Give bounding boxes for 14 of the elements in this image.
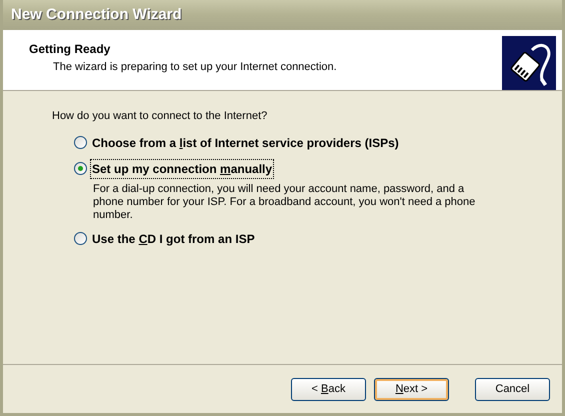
option-description: For a dial-up connection, you will need your account name, password, and a phone number for your ISP. For a broadband account, you won't need a phone number. (92, 182, 476, 222)
option-label[interactable]: Choose from a list of Internet service providers (ISPs) (91, 134, 400, 152)
option-label[interactable]: Set up my connection manually (91, 160, 274, 178)
page-subtitle: The wizard is preparing to set up your Internet connection. (52, 60, 337, 75)
dialog-button[interactable]: Cancel (475, 378, 550, 400)
option-label[interactable]: Use the CD I got from an ISP (91, 230, 256, 248)
radio-button[interactable] (74, 162, 87, 175)
radio-button[interactable] (74, 136, 87, 149)
dialog-button[interactable]: < Back (291, 378, 366, 400)
window-title: New Connection Wizard (11, 4, 182, 25)
dialog-button[interactable]: Next > (374, 378, 449, 400)
page-title: Getting Ready (29, 41, 112, 58)
radio-button[interactable] (74, 232, 87, 245)
question-text: How do you want to connect to the Internet? (52, 109, 268, 124)
